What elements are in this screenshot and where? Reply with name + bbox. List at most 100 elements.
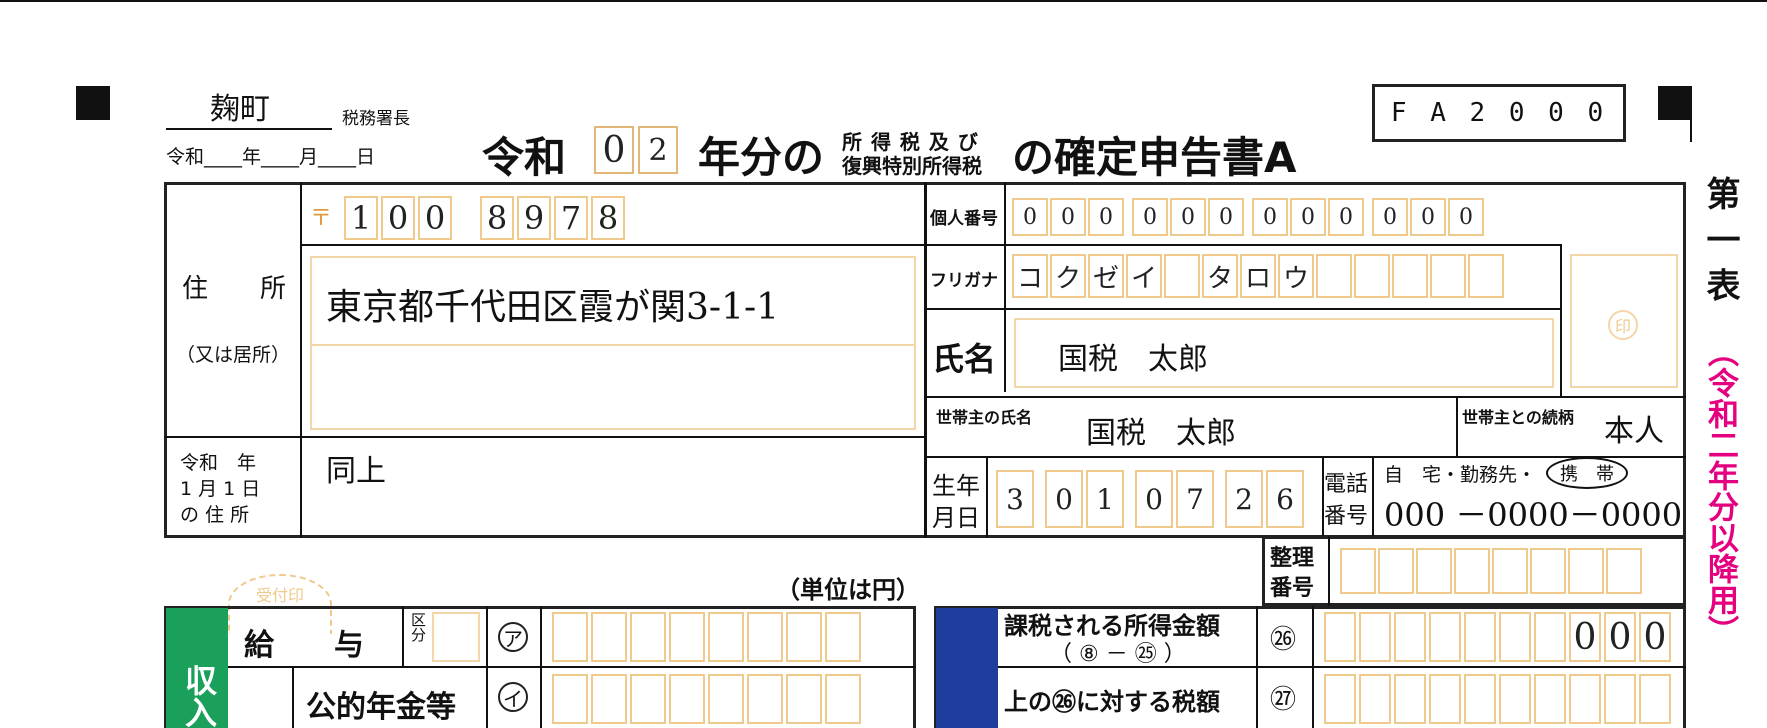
taxable-income-cell[interactable]	[1394, 612, 1426, 662]
mynumber-digit[interactable]: 0	[1252, 198, 1288, 236]
income-code-divider	[486, 606, 488, 728]
form-code: F A 2 0 0 0	[1390, 98, 1608, 128]
furigana-char[interactable]: イ	[1126, 254, 1162, 298]
taxable-income-cell[interactable]: 0	[1604, 612, 1636, 662]
mynumber-digit[interactable]: 0	[1372, 198, 1408, 236]
postal-digit[interactable]: 1	[344, 196, 378, 240]
furigana-char[interactable]	[1468, 254, 1504, 298]
tax-amount-cell[interactable]	[1394, 674, 1426, 724]
salary-cell[interactable]	[591, 612, 627, 662]
mynumber-digit[interactable]: 0	[1170, 198, 1206, 236]
seiri-cell[interactable]	[1378, 548, 1414, 594]
tax-amount-cell[interactable]	[1604, 674, 1636, 724]
furigana-char[interactable]: ロ	[1240, 254, 1276, 298]
mynumber-digit[interactable]: 0	[1088, 198, 1124, 236]
birth-digit[interactable]: 0	[1045, 470, 1083, 528]
seiri-cell[interactable]	[1492, 548, 1528, 594]
birth-digit[interactable]: 7	[1176, 470, 1214, 528]
furigana-char[interactable]	[1316, 254, 1352, 298]
mynumber-digit[interactable]: 0	[1410, 198, 1446, 236]
mynumber-digit[interactable]: 0	[1132, 198, 1168, 236]
mynumber-digit[interactable]: 0	[1012, 198, 1048, 236]
pension-cell[interactable]	[552, 674, 588, 724]
mynumber-digit[interactable]: 0	[1448, 198, 1484, 236]
seiri-cell[interactable]	[1340, 548, 1376, 594]
seiri-cell[interactable]	[1530, 548, 1566, 594]
birth-digit[interactable]: 2	[1225, 470, 1263, 528]
postal-digit[interactable]: 0	[381, 196, 415, 240]
salary-kubun-input[interactable]	[432, 612, 480, 662]
furigana-char[interactable]	[1392, 254, 1428, 298]
year-digit-1[interactable]: 0	[594, 126, 634, 174]
pension-cell[interactable]	[669, 674, 705, 724]
taxable-income-cell[interactable]: 0	[1639, 612, 1671, 662]
furigana-char[interactable]: ク	[1050, 254, 1086, 298]
salary-cell[interactable]	[747, 612, 783, 662]
postal-digit[interactable]: 9	[517, 196, 551, 240]
year-digit-2[interactable]: 2	[638, 126, 678, 174]
salary-cell[interactable]	[669, 612, 705, 662]
jan1-address-value[interactable]: 同上	[326, 446, 386, 490]
birth-digit[interactable]: 6	[1266, 470, 1304, 528]
furigana-char[interactable]	[1430, 254, 1466, 298]
seiri-cell[interactable]	[1416, 548, 1452, 594]
taxable-income-cell[interactable]	[1359, 612, 1391, 662]
tax-amount-cell[interactable]	[1464, 674, 1496, 724]
tax-amount-cell[interactable]	[1534, 674, 1566, 724]
form-code-box: F A 2 0 0 0	[1372, 84, 1626, 142]
postal-digit[interactable]: 0	[418, 196, 452, 240]
birth-digit-era[interactable]: 3	[996, 470, 1034, 528]
furigana-char[interactable]	[1164, 254, 1200, 298]
pension-cell[interactable]	[825, 674, 861, 724]
postal-digit[interactable]: 8	[480, 196, 514, 240]
mynumber-digit[interactable]: 0	[1050, 198, 1086, 236]
taxable-income-cell[interactable]	[1499, 612, 1531, 662]
tax-amount-cell[interactable]	[1499, 674, 1531, 724]
phone-value[interactable]: 000 －0000－0000	[1384, 490, 1682, 536]
seiri-cell[interactable]	[1568, 548, 1604, 594]
taxable-income-cell[interactable]	[1534, 612, 1566, 662]
phone-label-2: 番号	[1324, 504, 1369, 529]
relation-value[interactable]: 本人	[1604, 406, 1664, 450]
phone-label-1: 電話	[1324, 472, 1369, 497]
salary-cell[interactable]	[630, 612, 666, 662]
salary-cell[interactable]	[825, 612, 861, 662]
taxable-income-cell[interactable]	[1464, 612, 1496, 662]
phone-type-selected[interactable]: 携 帯	[1546, 457, 1628, 489]
salary-cell[interactable]	[552, 612, 588, 662]
birth-digit[interactable]: 1	[1086, 470, 1124, 528]
taxable-income-cell[interactable]	[1324, 612, 1356, 662]
salary-cell[interactable]	[708, 612, 744, 662]
income-label-divider	[402, 606, 404, 666]
tax-amount-cell[interactable]	[1429, 674, 1461, 724]
birth-digit[interactable]: 0	[1135, 470, 1173, 528]
furigana-char[interactable]: ウ	[1278, 254, 1314, 298]
taxable-income-cell[interactable]: 0	[1569, 612, 1601, 662]
mynumber-digit[interactable]: 0	[1290, 198, 1326, 236]
mynumber-digit[interactable]: 0	[1208, 198, 1244, 236]
pension-cell[interactable]	[591, 674, 627, 724]
taxable-income-cell[interactable]	[1429, 612, 1461, 662]
seiri-cell[interactable]	[1454, 548, 1490, 594]
furigana-char[interactable]: ゼ	[1088, 254, 1124, 298]
furigana-char[interactable]	[1354, 254, 1390, 298]
pension-cell[interactable]	[747, 674, 783, 724]
pension-cell[interactable]	[786, 674, 822, 724]
postal-digit[interactable]: 8	[591, 196, 625, 240]
seiri-cell[interactable]	[1606, 548, 1642, 594]
tax-amount-cell[interactable]	[1639, 674, 1671, 724]
tax-amount-cell[interactable]	[1359, 674, 1391, 724]
tax-amount-cell[interactable]	[1569, 674, 1601, 724]
furigana-char[interactable]: タ	[1202, 254, 1238, 298]
tax-amount-cell[interactable]	[1324, 674, 1356, 724]
phone-label-divider	[1372, 456, 1374, 538]
postal-digit[interactable]: 7	[554, 196, 588, 240]
relation-divider	[1456, 396, 1458, 456]
salary-cell[interactable]	[786, 612, 822, 662]
mynumber-label-divider	[1004, 182, 1006, 392]
pension-cell[interactable]	[708, 674, 744, 724]
furigana-char[interactable]: コ	[1012, 254, 1048, 298]
pension-cell[interactable]	[630, 674, 666, 724]
mynumber-digit[interactable]: 0	[1328, 198, 1364, 236]
householder-value[interactable]: 国税 太郎	[1086, 408, 1236, 452]
